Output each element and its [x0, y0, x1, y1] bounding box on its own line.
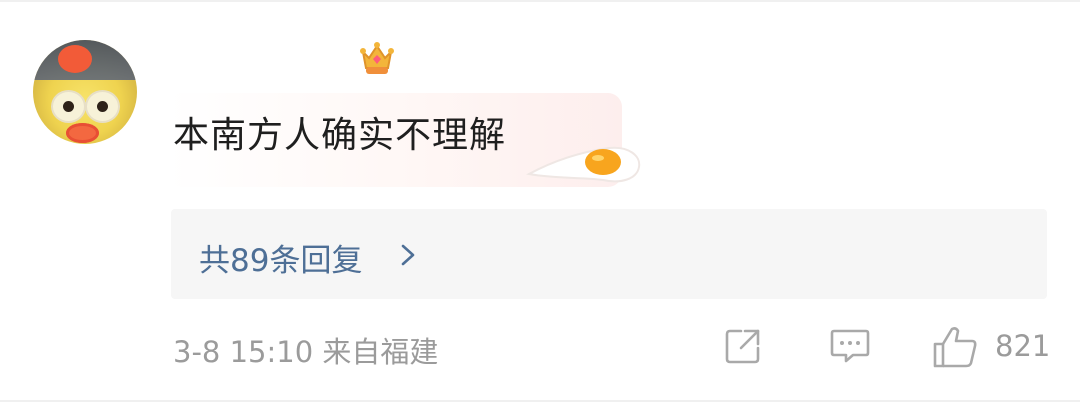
comment-text: 本南方人确实不理解 — [173, 115, 507, 156]
thumb-up-icon[interactable] — [930, 324, 980, 370]
fried-egg-icon — [525, 146, 641, 183]
crown-badge-icon[interactable]: 3 — [357, 38, 397, 78]
comment-icon[interactable] — [829, 326, 871, 366]
badge-level: 3 — [388, 66, 396, 78]
comment-meta: 3-8 15:10 来自福建 — [173, 335, 439, 369]
avatar-right-eye — [85, 90, 120, 123]
chevron-right-icon[interactable] — [398, 241, 418, 269]
user-avatar[interactable] — [33, 40, 137, 144]
avatar-left-eye — [51, 90, 86, 123]
share-icon[interactable] — [723, 326, 765, 366]
top-divider — [0, 0, 1080, 2]
like-count: 821 — [995, 329, 1051, 363]
replies-count-link[interactable]: 共89条回复 — [199, 235, 362, 280]
avatar-comb — [58, 45, 92, 73]
avatar-beak — [66, 123, 99, 143]
